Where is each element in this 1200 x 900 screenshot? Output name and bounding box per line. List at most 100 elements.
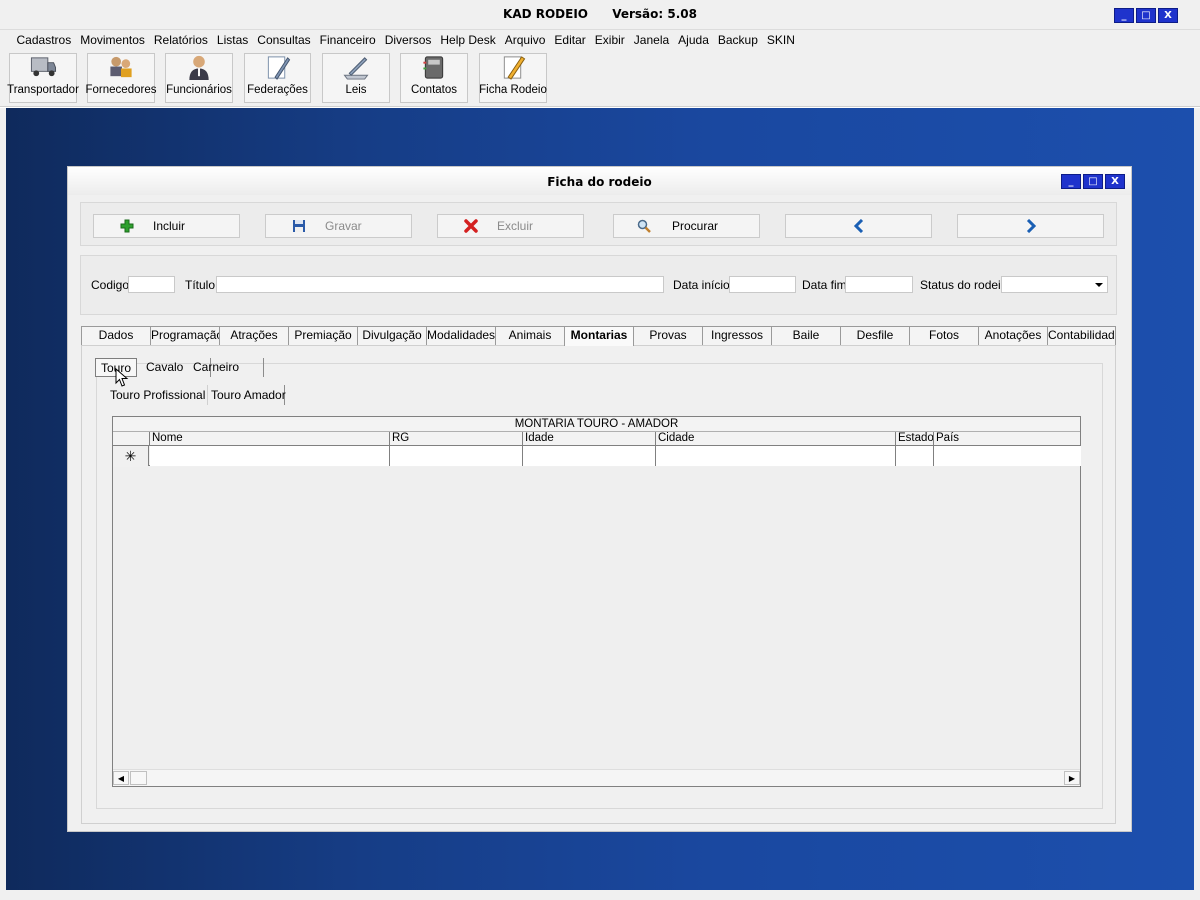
grid-empty-area — [113, 467, 1080, 769]
child-minimize-button[interactable]: _ — [1061, 174, 1081, 189]
procurar-button[interactable]: Procurar — [613, 214, 760, 238]
chevron-right-icon — [1026, 219, 1036, 233]
toolbar-funcionarios-button[interactable]: Funcionários — [165, 53, 233, 103]
data-fim-label: Data fim — [802, 278, 847, 292]
menu-cadastros[interactable]: Cadastros — [12, 33, 76, 47]
toolbar-label: Ficha Rodeio — [479, 84, 547, 96]
child-close-button[interactable]: X — [1105, 174, 1125, 189]
tab-montarias[interactable]: Montarias — [564, 326, 634, 346]
menu-exibir[interactable]: Exibir — [590, 33, 629, 47]
cell-rg[interactable] — [390, 446, 523, 466]
tab-premiacao[interactable]: Premiação — [288, 326, 358, 345]
cell-estado[interactable] — [896, 446, 934, 466]
column-header-estado[interactable]: Estado — [896, 432, 934, 446]
toolbar-label: Funcionários — [166, 84, 232, 96]
tab-divulgacao[interactable]: Divulgação — [357, 326, 427, 345]
grid-header-indicator — [113, 432, 150, 446]
app-minimize-button[interactable]: _ — [1114, 8, 1134, 23]
toolbar-leis-button[interactable]: Leis — [322, 53, 390, 103]
column-header-nome[interactable]: Nome — [150, 432, 390, 446]
scroll-thumb[interactable] — [130, 771, 147, 785]
incluir-label: Incluir — [153, 219, 186, 233]
menu-editar[interactable]: Editar — [550, 33, 590, 47]
subtab-touro-profissional[interactable]: Touro Profissional — [110, 385, 205, 405]
menu-diversos[interactable]: Diversos — [380, 33, 436, 47]
column-header-idade[interactable]: Idade — [523, 432, 656, 446]
menu-help-desk[interactable]: Help Desk — [436, 33, 500, 47]
menu-bar: Cadastros Movimentos Relatórios Listas C… — [0, 30, 1200, 50]
grid-caption: MONTARIA TOURO - AMADOR — [113, 417, 1080, 432]
chevron-down-icon — [1095, 283, 1103, 287]
menu-backup[interactable]: Backup — [713, 33, 762, 47]
app-close-button[interactable]: X — [1158, 8, 1178, 23]
header-fields-panel: Codigo Título Data início Data fim Statu… — [80, 255, 1117, 315]
tab-desfile[interactable]: Desfile — [840, 326, 910, 345]
app-window-controls: _ □ X — [1114, 8, 1178, 23]
titulo-input[interactable] — [216, 276, 664, 293]
grid-header: Nome RG Idade Cidade Estado País — [113, 432, 1080, 446]
next-record-button[interactable] — [957, 214, 1104, 238]
app-maximize-button[interactable]: □ — [1136, 8, 1156, 23]
codigo-input[interactable] — [128, 276, 175, 293]
scroll-right-arrow-icon[interactable]: ▶ — [1064, 771, 1080, 785]
column-header-rg[interactable]: RG — [390, 432, 523, 446]
data-inicio-input[interactable] — [729, 276, 796, 293]
tab-ingressos[interactable]: Ingressos — [702, 326, 772, 345]
column-header-pais[interactable]: País — [934, 432, 1081, 446]
cell-nome[interactable] — [150, 446, 390, 466]
cell-idade[interactable] — [523, 446, 656, 466]
tab-atracoes[interactable]: Atrações — [219, 326, 289, 345]
toolbar: Transportador Fornecedores Funcionários … — [0, 50, 1200, 107]
frame-right-edge — [1194, 108, 1200, 890]
toolbar-ficha-rodeio-button[interactable]: Ficha Rodeio — [479, 53, 547, 103]
subtab-carneiro[interactable]: Carneiro — [193, 358, 264, 377]
menu-listas[interactable]: Listas — [212, 33, 252, 47]
tab-anotacoes[interactable]: Anotações — [978, 326, 1048, 345]
procurar-label: Procurar — [672, 219, 719, 233]
tab-programacao[interactable]: Programação — [150, 326, 220, 345]
horizontal-scrollbar[interactable]: ◀ ▶ — [113, 769, 1080, 786]
toolbar-label: Fornecedores — [85, 84, 157, 96]
tab-dados[interactable]: Dados — [81, 326, 151, 345]
data-fim-input[interactable] — [845, 276, 913, 293]
incluir-button[interactable]: Incluir — [93, 214, 240, 238]
menu-consultas[interactable]: Consultas — [253, 33, 315, 47]
law-icon — [343, 57, 369, 80]
tab-baile[interactable]: Baile — [771, 326, 841, 345]
menu-financeiro[interactable]: Financeiro — [315, 33, 380, 47]
gravar-button[interactable]: Gravar — [265, 214, 412, 238]
tab-animais[interactable]: Animais — [495, 326, 565, 345]
child-maximize-button[interactable]: □ — [1083, 174, 1103, 189]
column-header-cidade[interactable]: Cidade — [656, 432, 896, 446]
previous-record-button[interactable] — [785, 214, 932, 238]
subtab-touro-amador[interactable]: Touro Amador — [207, 385, 286, 405]
plus-icon — [119, 218, 135, 234]
toolbar-transportador-button[interactable]: Transportador — [7, 53, 79, 103]
tab-provas[interactable]: Provas — [633, 326, 703, 345]
menu-ajuda[interactable]: Ajuda — [674, 33, 714, 47]
status-bar — [0, 890, 1200, 900]
tab-fotos[interactable]: Fotos — [909, 326, 979, 345]
menu-janela[interactable]: Janela — [629, 33, 673, 47]
cell-pais[interactable] — [934, 446, 1081, 466]
tab-modalidades[interactable]: Modalidades — [426, 326, 496, 345]
save-icon — [291, 218, 307, 234]
toolbar-federacoes-button[interactable]: Federações — [244, 53, 311, 103]
menu-arquivo[interactable]: Arquivo — [500, 33, 550, 47]
status-rodeio-label: Status do rodeio — [920, 278, 1008, 292]
menu-skin[interactable]: SKIN — [762, 33, 799, 47]
scroll-left-arrow-icon[interactable]: ◀ — [113, 771, 129, 785]
gravar-label: Gravar — [325, 219, 362, 233]
truck-icon — [30, 57, 57, 77]
chevron-left-icon — [853, 219, 863, 233]
menu-movimentos[interactable]: Movimentos — [76, 33, 150, 47]
table-row[interactable]: ✳ — [113, 446, 1081, 466]
child-titlebar: Ficha do rodeio _ □ X — [68, 167, 1131, 195]
cell-cidade[interactable] — [656, 446, 896, 466]
toolbar-fornecedores-button[interactable]: Fornecedores — [85, 53, 157, 103]
status-rodeio-select[interactable] — [1001, 276, 1108, 293]
toolbar-contatos-button[interactable]: Contatos — [400, 53, 468, 103]
tab-contabilidade[interactable]: Contabilidade — [1047, 326, 1116, 345]
menu-relatorios[interactable]: Relatórios — [149, 33, 212, 47]
excluir-button[interactable]: Excluir — [437, 214, 584, 238]
